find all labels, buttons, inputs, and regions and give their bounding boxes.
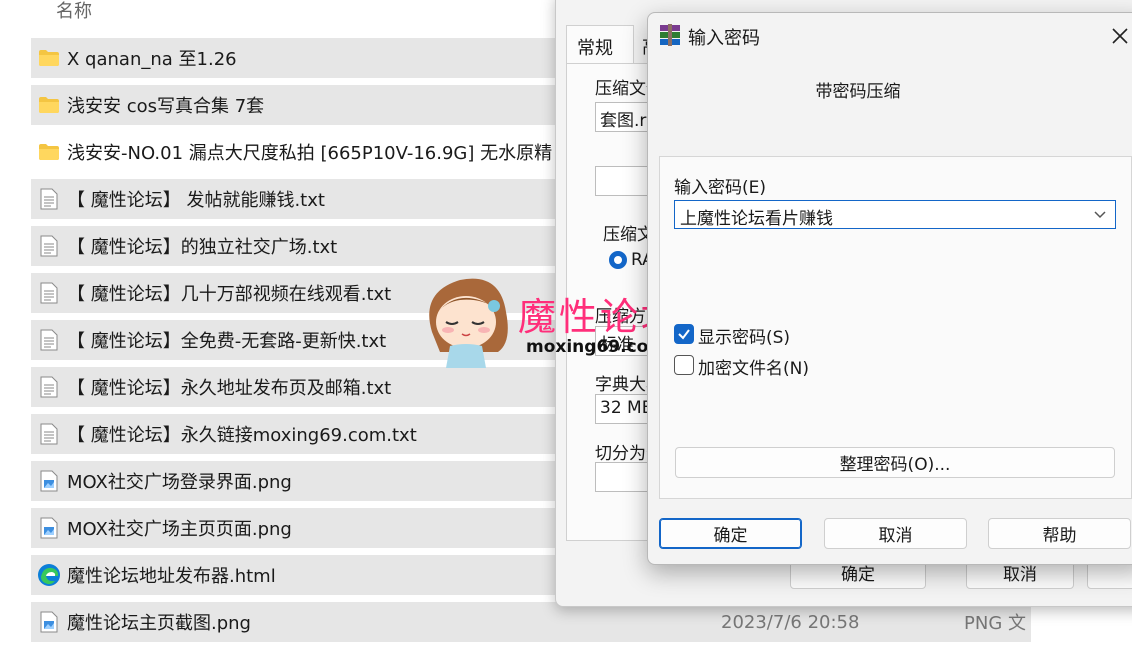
- file-name: 【 魔性论坛】永久链接moxing69.com.txt: [67, 425, 417, 446]
- image-file-icon: [31, 611, 67, 633]
- folder-icon: [31, 143, 67, 161]
- text-file-icon: [31, 423, 67, 445]
- file-name: 魔性论坛地址发布器.html: [67, 566, 276, 587]
- password-input[interactable]: 上魔性论坛看片赚钱: [674, 200, 1116, 229]
- file-type: PNG 文: [964, 613, 1026, 634]
- close-icon[interactable]: [1103, 21, 1132, 51]
- file-name: 浅安安 cos写真合集 7套: [67, 96, 265, 117]
- text-file-icon: [31, 188, 67, 210]
- image-file-icon: [31, 470, 67, 492]
- file-name: MOX社交广场登录界面.png: [67, 472, 292, 493]
- folder-icon: [31, 96, 67, 114]
- folder-icon: [31, 49, 67, 67]
- cancel-button[interactable]: 取消: [824, 518, 967, 549]
- file-name: 【 魔性论坛】 发帖就能赚钱.txt: [67, 190, 325, 211]
- tab-general[interactable]: 常规: [566, 25, 634, 63]
- checkmark-icon: [678, 329, 690, 340]
- text-file-icon: [31, 376, 67, 398]
- image-file-icon: [31, 517, 67, 539]
- password-label: 输入密码(E): [674, 178, 767, 198]
- file-date: 2023/7/6 20:58: [721, 611, 860, 633]
- file-name: X qanan_na 至1.26: [67, 49, 237, 70]
- dict-size-select[interactable]: 32 MB: [595, 394, 655, 424]
- file-name: MOX社交广场主页页面.png: [67, 519, 292, 540]
- text-file-icon: [31, 329, 67, 351]
- text-file-icon: [31, 282, 67, 304]
- watermark-url: moxing69.com: [526, 337, 667, 357]
- organize-passwords-button[interactable]: 整理密码(O)...: [675, 447, 1115, 478]
- help-button[interactable]: 帮助: [988, 518, 1131, 549]
- edge-html-icon: [31, 563, 67, 587]
- rar-radio[interactable]: [609, 251, 627, 269]
- show-password-checkbox[interactable]: [674, 324, 694, 344]
- encrypt-filenames-checkbox[interactable]: [674, 355, 694, 375]
- dialog-title: 输入密码: [688, 28, 760, 49]
- enter-password-dialog: 输入密码 带密码压缩 输入密码(E) 上魔性论坛看片赚钱 显示密码(S) 加密文…: [647, 12, 1132, 565]
- show-password-label[interactable]: 显示密码(S): [698, 323, 790, 348]
- file-name: 魔性论坛主页截图.png: [67, 613, 251, 634]
- split-select[interactable]: [595, 462, 655, 492]
- chevron-down-icon[interactable]: [1093, 206, 1107, 226]
- encrypt-filenames-label[interactable]: 加密文件名(N): [698, 354, 809, 379]
- password-value: 上魔性论坛看片赚钱: [680, 209, 833, 229]
- file-name: 【 魔性论坛】的独立社交广场.txt: [67, 237, 338, 258]
- text-file-icon: [31, 235, 67, 257]
- winrar-icon: [658, 23, 682, 47]
- dialog-subtitle: 带密码压缩: [815, 82, 901, 102]
- file-name: 【 魔性论坛】全免费-无套路-更新快.txt: [67, 331, 387, 352]
- mascot-avatar: [420, 272, 516, 376]
- file-name: 【 魔性论坛】几十万部视频在线观看.txt: [67, 284, 392, 305]
- file-name: 浅安安-NO.01 漏点大尺度私拍 [665P10V-16.9G] 无水原精: [67, 143, 553, 164]
- list-item[interactable]: 魔性论坛主页截图.png 2023/7/6 20:58 PNG 文: [31, 602, 1031, 642]
- column-header-name[interactable]: 名称: [56, 0, 92, 23]
- ok-button[interactable]: 确定: [659, 518, 802, 549]
- file-name: 【 魔性论坛】永久地址发布页及邮箱.txt: [67, 378, 392, 399]
